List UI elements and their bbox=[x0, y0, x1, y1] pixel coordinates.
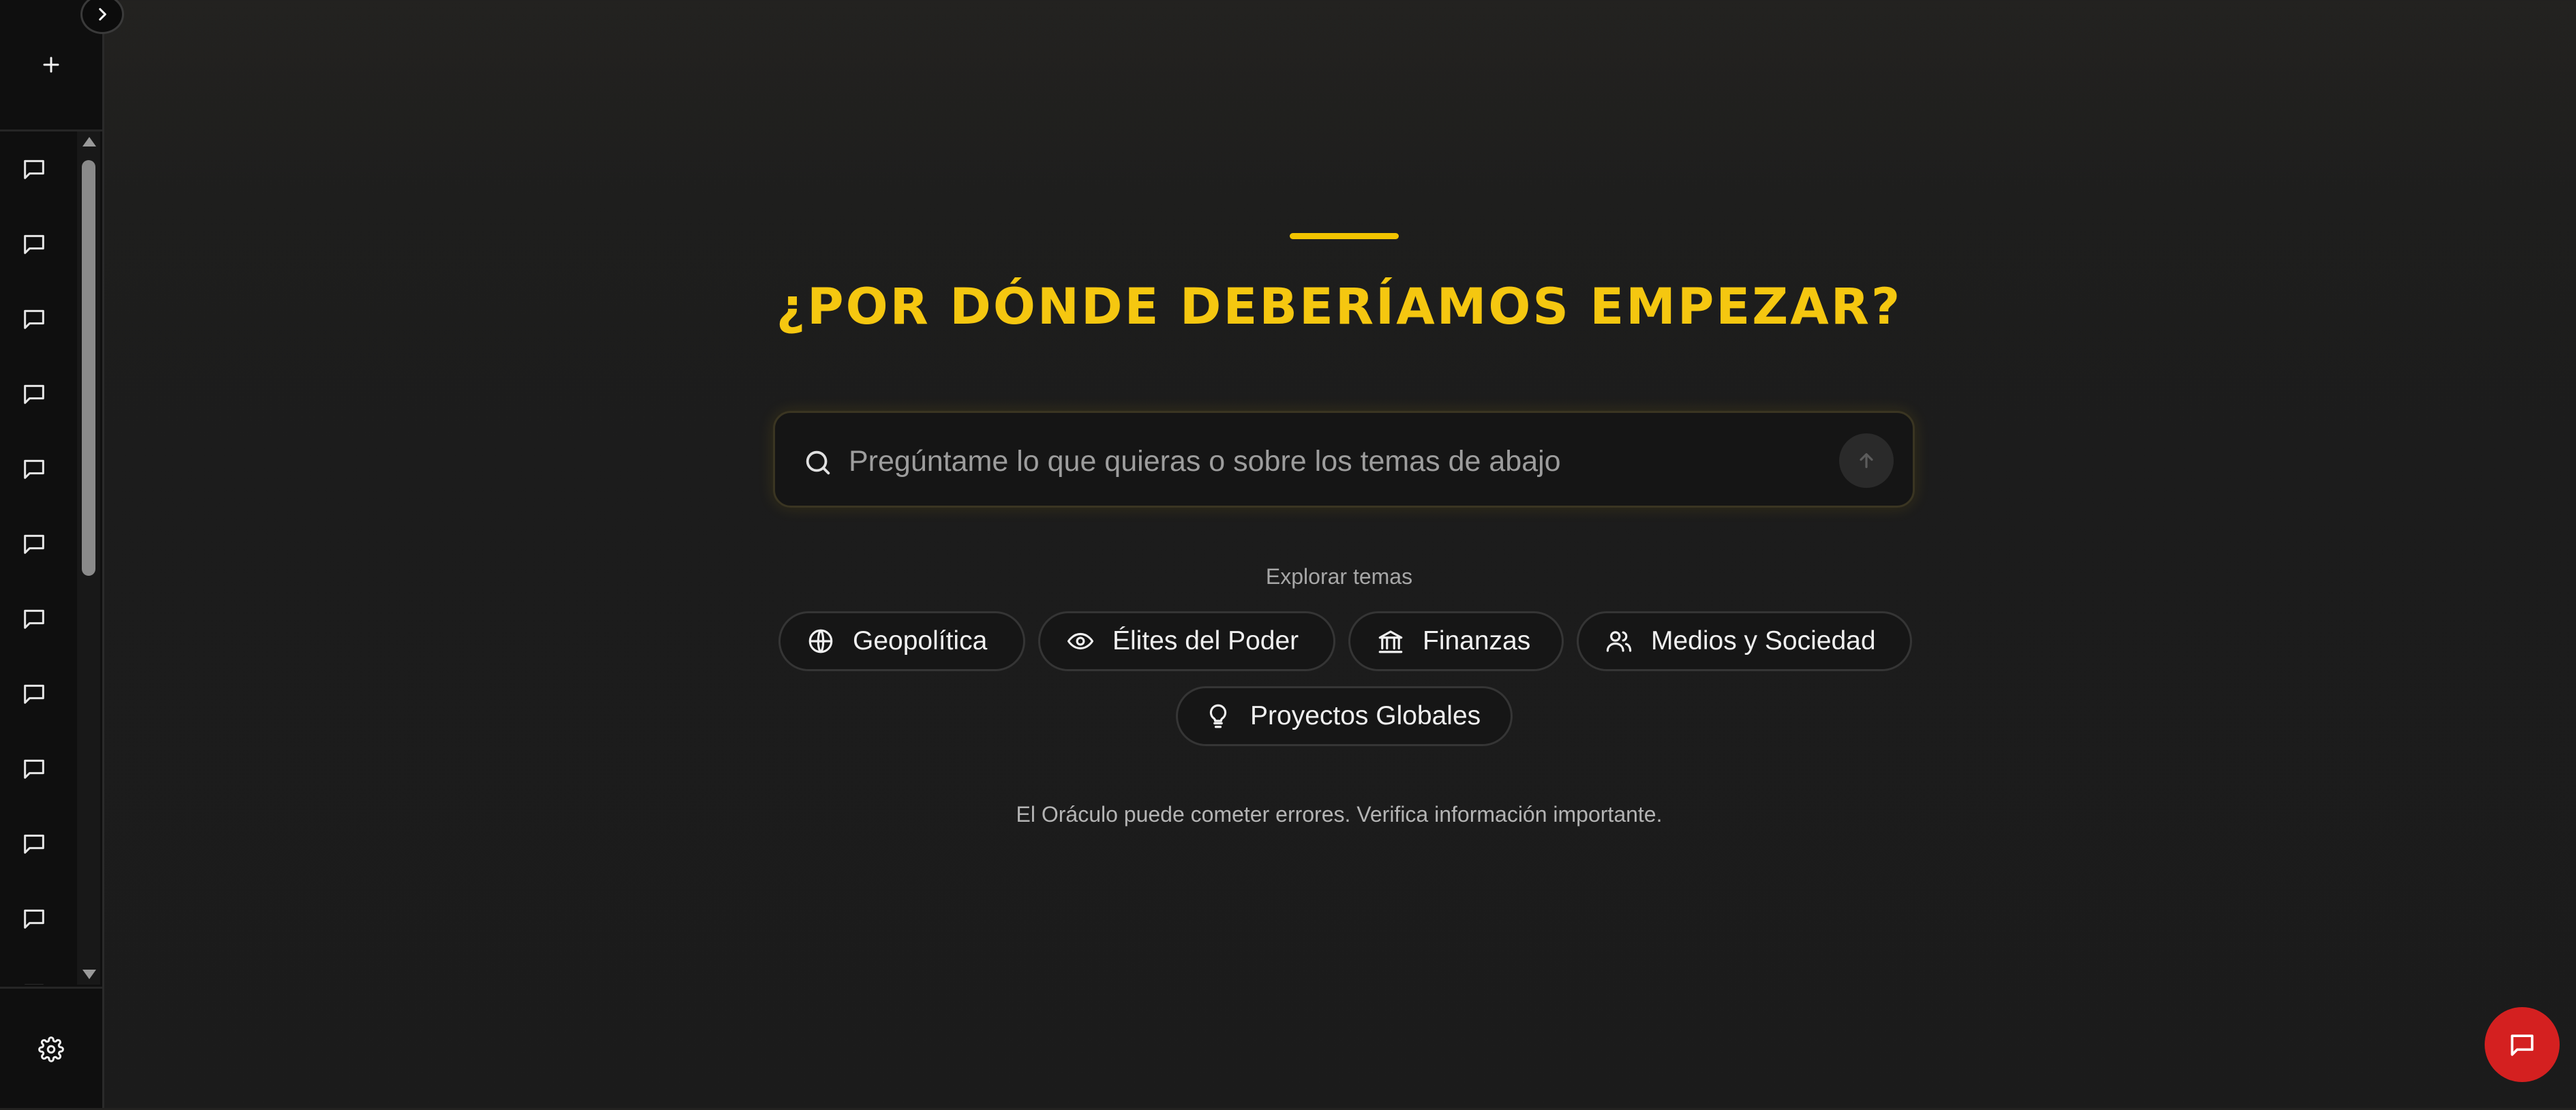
plus-icon bbox=[43, 57, 59, 73]
chat-history-item[interactable] bbox=[0, 806, 77, 881]
topic-chip-finanzas[interactable]: Finanzas bbox=[1348, 611, 1564, 671]
topic-chip-elites-del-poder[interactable]: Élites del Poder bbox=[1038, 611, 1335, 671]
globe-icon bbox=[808, 629, 833, 653]
chat-bubble-icon bbox=[24, 759, 44, 779]
chat-history-item[interactable] bbox=[0, 356, 77, 431]
chat-bubble-icon bbox=[24, 984, 44, 985]
chat-history-item[interactable] bbox=[0, 281, 77, 356]
chevron-right-icon bbox=[99, 7, 106, 21]
chat-history-item[interactable] bbox=[0, 431, 77, 506]
sidebar-scrollbar[interactable] bbox=[77, 132, 100, 985]
search-icon bbox=[806, 450, 830, 475]
chat-bubble-icon bbox=[24, 234, 44, 254]
chat-history-item[interactable] bbox=[0, 656, 77, 731]
chat-history-item[interactable] bbox=[0, 132, 77, 206]
gear-icon bbox=[38, 1036, 64, 1062]
topic-chip-medios-y-sociedad[interactable]: Medios y Sociedad bbox=[1577, 611, 1912, 671]
page-title: ¿POR DÓNDE DEBERÍAMOS EMPEZAR? bbox=[776, 278, 1903, 336]
send-button[interactable] bbox=[1839, 433, 1894, 488]
topic-chip-label: Geopolítica bbox=[853, 626, 988, 656]
chat-history-item[interactable] bbox=[0, 206, 77, 281]
topic-chip-geopolitica[interactable]: Geopolítica bbox=[778, 611, 1025, 671]
topic-chip-label: Finanzas bbox=[1423, 626, 1531, 656]
scroll-thumb[interactable] bbox=[82, 160, 95, 576]
topic-chip-proyectos-globales[interactable]: Proyectos Globales bbox=[1176, 686, 1513, 746]
settings-button[interactable] bbox=[0, 987, 102, 1110]
users-icon bbox=[1606, 631, 1632, 652]
bank-icon bbox=[1378, 630, 1403, 653]
chat-bubble-icon bbox=[24, 609, 44, 629]
chat-bubble-icon bbox=[24, 909, 44, 929]
chat-bubble-icon bbox=[24, 384, 44, 404]
chat-bubble-icon bbox=[24, 159, 44, 179]
chat-history-item[interactable] bbox=[0, 956, 77, 985]
disclaimer-text: El Oráculo puede cometer errores. Verifi… bbox=[1016, 802, 1663, 827]
chat-fab-button[interactable] bbox=[2485, 1007, 2560, 1082]
chat-history-list bbox=[0, 132, 77, 985]
chat-bubble-icon bbox=[24, 309, 44, 329]
chat-history-item[interactable] bbox=[0, 881, 77, 956]
scroll-down-arrow-icon[interactable] bbox=[82, 970, 96, 979]
chat-history-item[interactable] bbox=[0, 731, 77, 806]
chat-history-item[interactable] bbox=[0, 506, 77, 581]
explore-topics-label: Explorar temas bbox=[1265, 564, 1413, 589]
sidebar-toggle-button[interactable] bbox=[80, 0, 124, 34]
lightbulb-icon bbox=[1209, 704, 1227, 728]
search-input[interactable] bbox=[847, 433, 1818, 489]
topic-chip-label: Proyectos Globales bbox=[1250, 701, 1481, 730]
eye-icon bbox=[1067, 632, 1094, 650]
chat-history-item[interactable] bbox=[0, 581, 77, 656]
chat-bubble-icon bbox=[24, 834, 44, 854]
chat-bubble-icon bbox=[24, 534, 44, 554]
scroll-up-arrow-icon[interactable] bbox=[82, 137, 96, 147]
sidebar bbox=[0, 0, 104, 1108]
chat-bubble-icon bbox=[2511, 1034, 2534, 1056]
search-box[interactable] bbox=[773, 411, 1915, 508]
arrow-up-icon bbox=[1860, 453, 1873, 468]
topic-chip-label: Medios y Sociedad bbox=[1651, 626, 1876, 656]
topic-chip-label: Élites del Poder bbox=[1112, 626, 1299, 656]
chat-bubble-icon bbox=[24, 684, 44, 704]
chat-bubble-icon bbox=[24, 459, 44, 479]
title-accent-line bbox=[1290, 233, 1399, 239]
